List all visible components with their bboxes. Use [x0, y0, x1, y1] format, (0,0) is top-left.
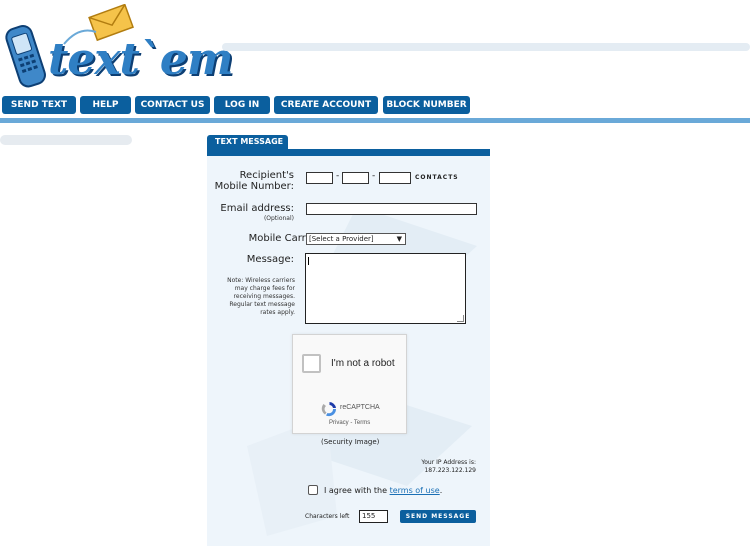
nav-log-in-button[interactable]: LOG IN: [214, 96, 270, 114]
phone-prefix-input[interactable]: [342, 172, 369, 184]
terms-of-use-link[interactable]: terms of use: [390, 486, 440, 495]
recaptcha-label: I'm not a robot: [331, 358, 395, 369]
nav-contact-us-button[interactable]: CONTACT US: [135, 96, 210, 114]
nav-help-button[interactable]: HELP: [80, 96, 131, 114]
sidebar-placeholder-bar: [0, 135, 132, 145]
terms-agree-checkbox[interactable]: [308, 485, 318, 495]
recaptcha-privacy-terms-links[interactable]: Privacy - Terms: [329, 420, 370, 426]
recaptcha-brand: reCAPTCHA: [340, 404, 380, 411]
logo[interactable]: text`em: [4, 4, 233, 90]
terms-agree-text: I agree with the terms of use.: [324, 486, 442, 495]
phone-separator: -: [372, 171, 376, 181]
ip-address-label: Your IP Address is:: [421, 459, 476, 466]
send-message-button[interactable]: SEND MESSAGE: [400, 510, 476, 523]
message-textarea[interactable]: [305, 253, 466, 324]
tab-underline: [207, 149, 490, 156]
phone-line-number-input[interactable]: [379, 172, 411, 184]
resize-grip-icon[interactable]: [457, 315, 464, 322]
characters-left-counter: 155: [359, 510, 388, 523]
logo-text: text`em: [48, 34, 233, 85]
carrier-selected-value: [Select a Provider]: [309, 235, 374, 243]
contacts-link[interactable]: CONTACTS: [415, 174, 459, 181]
nav-send-text-button[interactable]: SEND TEXT: [2, 96, 76, 114]
message-label: Message:: [246, 254, 294, 265]
recaptcha-widget: I'm not a robot reCAPTCHA Privacy - Term…: [292, 334, 407, 434]
text-caret: [308, 257, 309, 265]
carrier-select[interactable]: [Select a Provider] ▼: [306, 233, 406, 245]
chevron-down-icon: ▼: [396, 235, 402, 243]
phone-separator: -: [336, 171, 340, 181]
email-field[interactable]: [306, 203, 477, 215]
terms-agree-suffix: .: [439, 486, 443, 495]
recipient-label-line2: Mobile Number:: [214, 181, 294, 192]
header-divider: [0, 118, 750, 123]
header-decoration-bar: [222, 43, 750, 51]
recaptcha-logo-icon: [321, 402, 337, 417]
text-message-form: Recipient's Mobile Number: - - CONTACTS …: [207, 156, 490, 546]
characters-left-label: Characters left: [305, 513, 350, 520]
recipient-label-line1: Recipient's: [239, 170, 294, 181]
security-image-label: (Security Image): [321, 438, 380, 446]
terms-agree-prefix: I agree with the: [324, 486, 390, 495]
email-label: Email address:: [220, 203, 294, 214]
tab-text-message[interactable]: TEXT MESSAGE: [207, 135, 288, 149]
nav-block-number-button[interactable]: BLOCK NUMBER: [383, 96, 470, 114]
recaptcha-checkbox[interactable]: [302, 354, 321, 373]
phone-area-code-input[interactable]: [306, 172, 333, 184]
nav-create-account-button[interactable]: CREATE ACCOUNT: [274, 96, 378, 114]
email-optional-note: (Optional): [263, 215, 294, 222]
ip-address-value: 187.223.122.129: [424, 467, 476, 474]
carrier-fees-note: Note: Wireless carriers may charge fees …: [227, 277, 295, 316]
